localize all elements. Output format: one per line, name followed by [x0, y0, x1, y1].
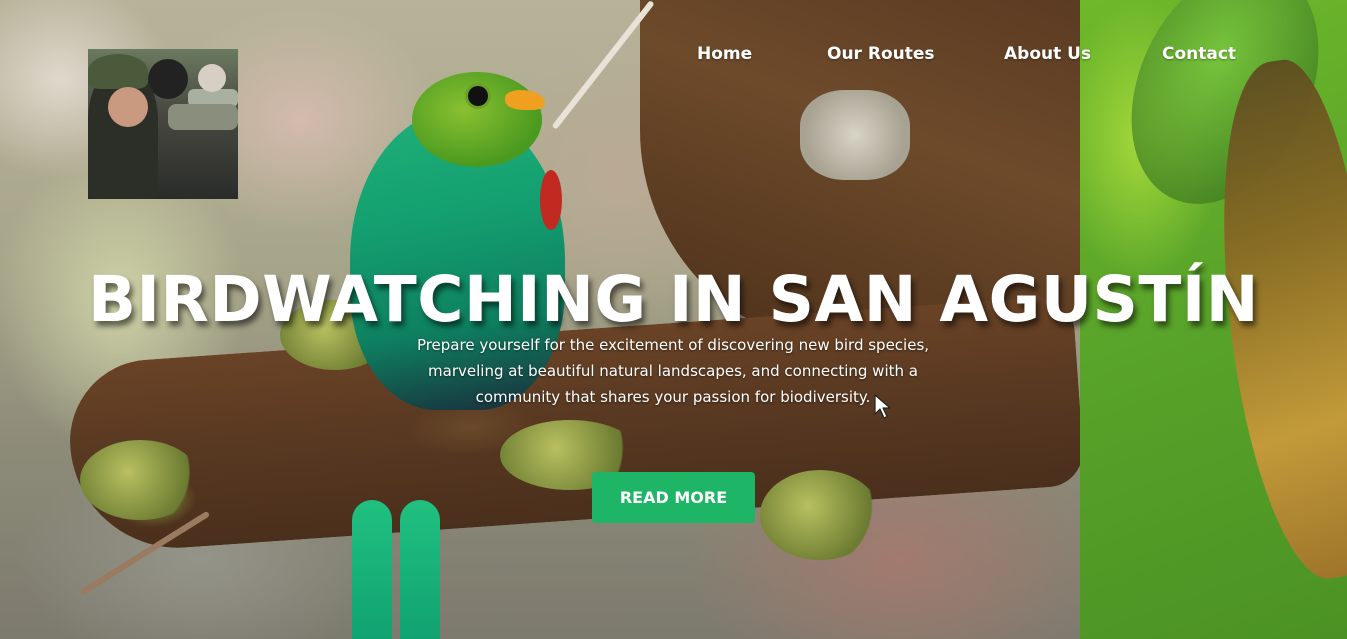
lichen-patch: [800, 90, 910, 180]
quetzal-eye: [468, 86, 488, 106]
read-more-button[interactable]: READ MORE: [592, 472, 755, 523]
photographer-face: [108, 87, 148, 127]
main-nav: Home Our Routes About Us Contact: [0, 44, 1347, 68]
moss-clump: [80, 440, 200, 520]
nav-link-contact[interactable]: Contact: [1162, 44, 1236, 64]
quetzal-beak: [505, 90, 545, 110]
hero-subtitle: Prepare yourself for the excitement of d…: [416, 336, 930, 406]
moss-clump: [760, 470, 880, 560]
site-logo[interactable]: [88, 49, 238, 199]
camera-lens: [168, 104, 238, 130]
bird-tail-feather: [352, 500, 392, 639]
mouse-pointer-icon: [874, 394, 891, 419]
nav-link-our-routes[interactable]: Our Routes: [827, 44, 935, 64]
nav-link-home[interactable]: Home: [697, 44, 752, 64]
hero-title: BIRDWATCHING IN SAN AGUSTÍN: [87, 263, 1260, 337]
nav-link-about-us[interactable]: About Us: [1004, 44, 1091, 64]
quetzal-breast: [540, 170, 562, 230]
photographer-silhouette: [198, 64, 226, 92]
bird-tail-feather: [400, 500, 440, 639]
